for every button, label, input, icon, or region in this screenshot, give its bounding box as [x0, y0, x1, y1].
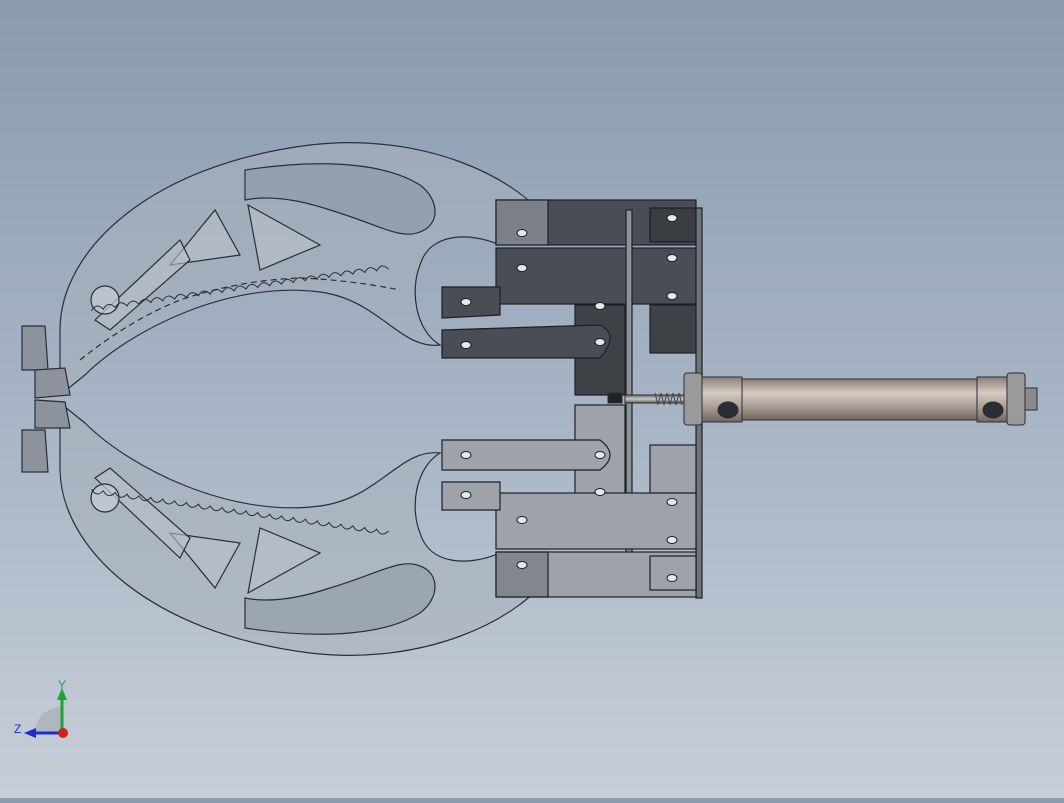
pneumatic-cylinder[interactable]	[607, 372, 1038, 426]
z-axis-label: Z	[14, 722, 22, 736]
lower-jaw[interactable]	[21, 399, 556, 656]
upper-jaw[interactable]	[21, 142, 556, 399]
cad-viewport[interactable]: Y Z	[0, 0, 1064, 798]
gripper-model[interactable]	[0, 0, 1064, 798]
axis-icon	[24, 688, 68, 738]
y-axis-label: Y	[58, 678, 67, 692]
orientation-triad: Y Z	[12, 676, 82, 746]
